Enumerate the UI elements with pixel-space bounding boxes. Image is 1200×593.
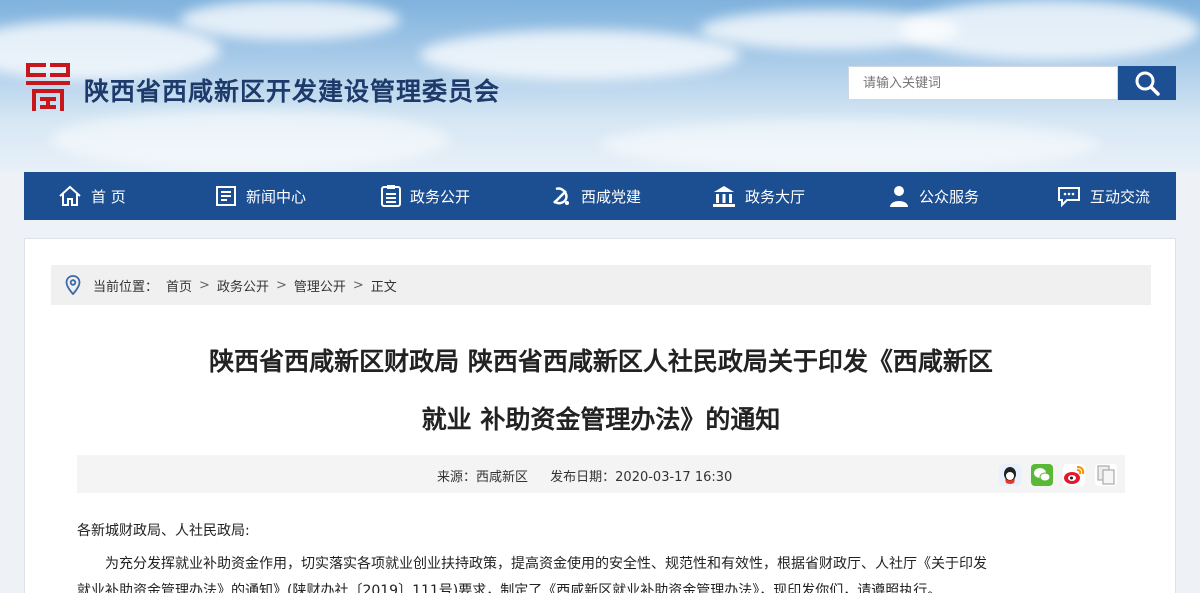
nav-item-label: 政务大厅 (745, 187, 806, 206)
nav-item-gov-affairs[interactable]: 政务公开 (381, 172, 470, 220)
article-paragraph: 就业补助资金管理办法》的通知》(陕财办社〔2019〕111号)要求，制定了《西咸… (77, 583, 942, 593)
main-nav: 首 页 新闻中心 政务公开 西咸党建 政务大厅 公众服务 互动交流 (24, 172, 1176, 220)
nav-item-label: 西咸党建 (581, 187, 642, 206)
document-list-icon (381, 185, 401, 207)
breadcrumb: 当前位置： 首页 > 政务公开 > 管理公开 > 正文 (51, 265, 1151, 305)
home-icon (59, 185, 81, 206)
article-publish-date: 发布日期：2020-03-17 16:30 (550, 470, 733, 485)
article-title-line2: 就业 补助资金管理办法》的通知 (421, 405, 781, 434)
search-button[interactable] (1118, 66, 1176, 100)
party-emblem-icon (553, 187, 569, 205)
nav-item-label: 首 页 (91, 187, 126, 206)
nav-item-label: 公众服务 (919, 187, 980, 206)
breadcrumb-current: 正文 (370, 279, 397, 295)
nav-item-news[interactable]: 新闻中心 (215, 172, 306, 220)
site-title[interactable]: 陕西省西咸新区开发建设管理委员会 (84, 72, 500, 108)
search-input[interactable] (848, 66, 1118, 100)
copy-icon (1097, 465, 1115, 485)
share-qq-button[interactable] (999, 464, 1021, 486)
article-container: 当前位置： 首页 > 政务公开 > 管理公开 > 正文 陕西省西咸新区财政局 陕… (24, 238, 1176, 593)
nav-item-party[interactable]: 西咸党建 (550, 172, 641, 220)
qq-icon (1004, 467, 1016, 484)
nav-item-interaction[interactable]: 互动交流 (1057, 172, 1150, 220)
breadcrumb-separator: > (275, 277, 287, 293)
chat-icon (1058, 187, 1080, 207)
nav-item-label: 政务公开 (410, 187, 471, 206)
share-copy-button[interactable] (1095, 464, 1117, 486)
wechat-icon (1034, 468, 1051, 482)
breadcrumb-label: 当前位置： (93, 279, 159, 295)
news-icon (216, 186, 236, 206)
building-icon (713, 186, 735, 207)
article-salutation: 各新城财政局、人社民政局: (77, 523, 250, 539)
nav-item-label: 新闻中心 (246, 187, 307, 206)
article-title-line1: 陕西省西咸新区财政局 陕西省西咸新区人社民政局关于印发《西咸新区 (209, 347, 993, 376)
site-logo[interactable] (24, 61, 72, 113)
breadcrumb-link-home[interactable]: 首页 (166, 276, 192, 295)
person-icon (890, 186, 908, 207)
weibo-icon (1064, 466, 1085, 484)
article-paragraph: 为充分发挥就业补助资金作用，切实落实各项就业创业扶持政策，提高资金使用的安全性、… (105, 556, 987, 572)
nav-item-home[interactable]: 首 页 (58, 172, 126, 220)
search-icon (1135, 71, 1160, 96)
site-header: 陕西省西咸新区开发建设管理委员会 (0, 0, 1200, 172)
breadcrumb-separator: > (352, 277, 364, 293)
breadcrumb-link-management[interactable]: 管理公开 (294, 276, 346, 295)
nav-item-label: 互动交流 (1090, 187, 1151, 206)
share-wechat-button[interactable] (1031, 464, 1053, 486)
nav-item-public-service[interactable]: 公众服务 (888, 172, 979, 220)
location-pin-icon (65, 275, 81, 295)
nav-item-service-hall[interactable]: 政务大厅 (712, 172, 805, 220)
breadcrumb-link-gov-affairs[interactable]: 政务公开 (217, 276, 269, 295)
article-title: 陕西省西咸新区财政局 陕西省西咸新区人社民政局关于印发《西咸新区 就业 补助资金… (85, 333, 1117, 449)
breadcrumb-separator: > (199, 277, 210, 293)
share-weibo-button[interactable] (1063, 464, 1085, 486)
article-source: 来源：西咸新区 (437, 470, 529, 485)
article-meta: 来源：西咸新区 发布日期：2020-03-17 16:30 (77, 455, 1125, 493)
